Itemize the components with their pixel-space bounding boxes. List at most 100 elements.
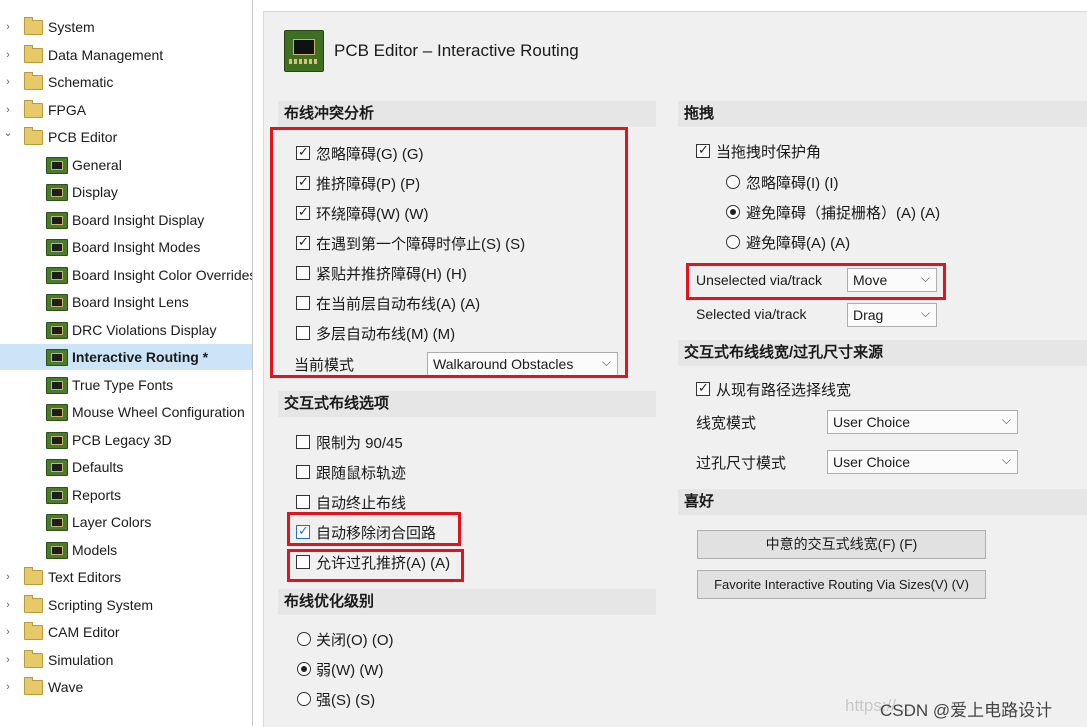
- tree-item[interactable]: › Simulation: [0, 647, 252, 673]
- tree-item[interactable]: PCB Legacy 3D: [0, 427, 252, 453]
- tree-item-label: Schematic: [48, 74, 114, 90]
- drag-section-title: 拖拽: [678, 101, 1087, 127]
- pick-width-checkbox[interactable]: [696, 380, 710, 396]
- optimization-option-label: 强(S) (S): [316, 692, 376, 709]
- chevron-down-icon[interactable]: ⌄: [2, 120, 14, 146]
- routing-option-checkbox[interactable]: [296, 495, 310, 509]
- chevron-right-icon[interactable]: ›: [2, 619, 14, 645]
- folder-icon: [24, 622, 43, 640]
- preserve-angle-checkbox[interactable]: [696, 142, 710, 158]
- tree-item[interactable]: General: [0, 152, 252, 178]
- pick-width-label: 从现有路径选择线宽: [716, 382, 852, 399]
- routing-option-checkbox[interactable]: [296, 435, 310, 449]
- tree-item-label: Board Insight Color Overrides: [72, 266, 253, 283]
- tree-item-label: Reports: [72, 486, 122, 503]
- optimization-radio[interactable]: [297, 692, 311, 706]
- folder-icon: [24, 44, 43, 63]
- tree-item[interactable]: › FPGA: [0, 97, 252, 123]
- tree-item[interactable]: Layer Colors: [0, 509, 252, 535]
- optimization-section-title: 布线优化级别: [278, 589, 656, 615]
- tree-item[interactable]: Display: [0, 179, 252, 205]
- pcb-page-icon: [46, 486, 68, 504]
- tree-item[interactable]: Models: [0, 537, 252, 563]
- drag-mode-label: 避免障碍（捕捉栅格）(A) (A): [746, 205, 941, 222]
- options-tree: › System › Data Management › Schematic › FPGA ⌄ P…: [0, 0, 253, 726]
- chevron-right-icon[interactable]: ›: [2, 564, 14, 590]
- settings-panel: PCB Editor – Interactive Routing 布线冲突分析 …: [263, 11, 1087, 727]
- via-size-mode-dropdown[interactable]: User Choice ⌵: [827, 450, 1018, 474]
- folder-icon: [24, 127, 43, 145]
- routing-option-label: 跟随鼠标轨迹: [316, 465, 407, 482]
- tree-item-label: DRC Violations Display: [72, 321, 217, 338]
- highlight-auto-remove-loops: [287, 512, 461, 546]
- folder-icon: [24, 99, 43, 118]
- tree-item[interactable]: Board Insight Color Overrides: [0, 262, 252, 288]
- tree-item[interactable]: Board Insight Display: [0, 207, 252, 233]
- chevron-right-icon[interactable]: ›: [2, 97, 14, 123]
- highlight-conflict: [270, 127, 628, 378]
- routing-option-label: 自动终止布线: [316, 495, 407, 512]
- pcb-page-icon: [46, 459, 68, 476]
- tree-item[interactable]: Defaults: [0, 454, 252, 480]
- tree-item-label: Defaults: [72, 459, 124, 475]
- pcb-page-icon: [46, 156, 68, 174]
- tree-item[interactable]: DRC Violations Display: [0, 317, 252, 343]
- tree-item-label: Board Insight Modes: [72, 239, 201, 255]
- tree-item[interactable]: › Schematic: [0, 69, 252, 95]
- drag-mode-radio[interactable]: [726, 205, 740, 219]
- tree-item[interactable]: › Data Management: [0, 42, 252, 68]
- drag-mode-radio[interactable]: [726, 235, 740, 249]
- pcb-page-icon: [46, 239, 68, 256]
- preserve-angle-label: 当拖拽时保护角: [716, 144, 822, 161]
- optimization-radio[interactable]: [297, 632, 311, 646]
- tree-item-label: General: [72, 156, 122, 173]
- highlight-unselected-via-track: [686, 263, 946, 300]
- tree-item-label: FPGA: [48, 101, 87, 118]
- optimization-radio[interactable]: [297, 662, 311, 676]
- tree-item[interactable]: Board Insight Modes: [0, 234, 252, 260]
- favorite-widths-button[interactable]: 中意的交互式线宽(F) (F): [697, 530, 986, 559]
- tree-item[interactable]: Mouse Wheel Configuration: [0, 399, 252, 425]
- tree-item-label: System: [48, 19, 95, 35]
- chevron-down-icon: ⌵: [1001, 453, 1011, 467]
- selected-via-track-dropdown[interactable]: Drag ⌵: [847, 303, 937, 327]
- drag-mode-radio[interactable]: [726, 175, 740, 189]
- optimization-option-label: 弱(W) (W): [316, 662, 384, 679]
- pcb-editor-logo-icon: [284, 30, 324, 72]
- tree-item[interactable]: Reports: [0, 482, 252, 508]
- pcb-page-icon: [46, 349, 68, 366]
- tree-item[interactable]: › CAM Editor: [0, 619, 252, 645]
- chevron-right-icon[interactable]: ›: [2, 674, 14, 700]
- tree-item[interactable]: › Wave: [0, 674, 252, 700]
- folder-icon: [24, 17, 43, 35]
- tree-item[interactable]: ⌄ PCB Editor: [0, 124, 252, 150]
- chevron-right-icon[interactable]: ›: [2, 592, 14, 618]
- chevron-right-icon[interactable]: ›: [2, 42, 14, 68]
- tree-item[interactable]: › Text Editors: [0, 564, 252, 590]
- pcb-page-icon: [46, 514, 68, 531]
- drag-mode-label: 避免障碍(A) (A): [746, 235, 851, 252]
- pcb-page-icon: [46, 294, 68, 311]
- optimization-option-label: 关闭(O) (O): [316, 632, 394, 649]
- folder-icon: [24, 594, 43, 613]
- chevron-right-icon[interactable]: ›: [2, 647, 14, 673]
- width-mode-dropdown[interactable]: User Choice ⌵: [827, 410, 1018, 434]
- tree-item[interactable]: › System: [0, 14, 252, 40]
- chevron-right-icon[interactable]: ›: [2, 69, 14, 95]
- tree-item[interactable]: Interactive Routing *: [0, 344, 252, 370]
- tree-item[interactable]: Board Insight Lens: [0, 289, 252, 315]
- width-mode-value: User Choice: [833, 414, 911, 430]
- folder-icon: [24, 649, 43, 668]
- favorite-via-sizes-button[interactable]: Favorite Interactive Routing Via Sizes(V…: [697, 570, 986, 599]
- tree-item-label: True Type Fonts: [72, 376, 174, 393]
- tree-item[interactable]: True Type Fonts: [0, 372, 252, 398]
- tree-item-label: CAM Editor: [48, 624, 120, 640]
- tree-item-label: Models: [72, 541, 118, 558]
- routing-option-checkbox[interactable]: [296, 465, 310, 479]
- pcb-page-icon: [46, 184, 68, 201]
- chevron-right-icon[interactable]: ›: [2, 14, 14, 40]
- conflict-section-title: 布线冲突分析: [278, 101, 656, 127]
- tree-item[interactable]: › Scripting System: [0, 592, 252, 618]
- width-source-section-title: 交互式布线线宽/过孔尺寸来源: [678, 340, 1087, 366]
- tree-item-label: Interactive Routing *: [72, 349, 209, 365]
